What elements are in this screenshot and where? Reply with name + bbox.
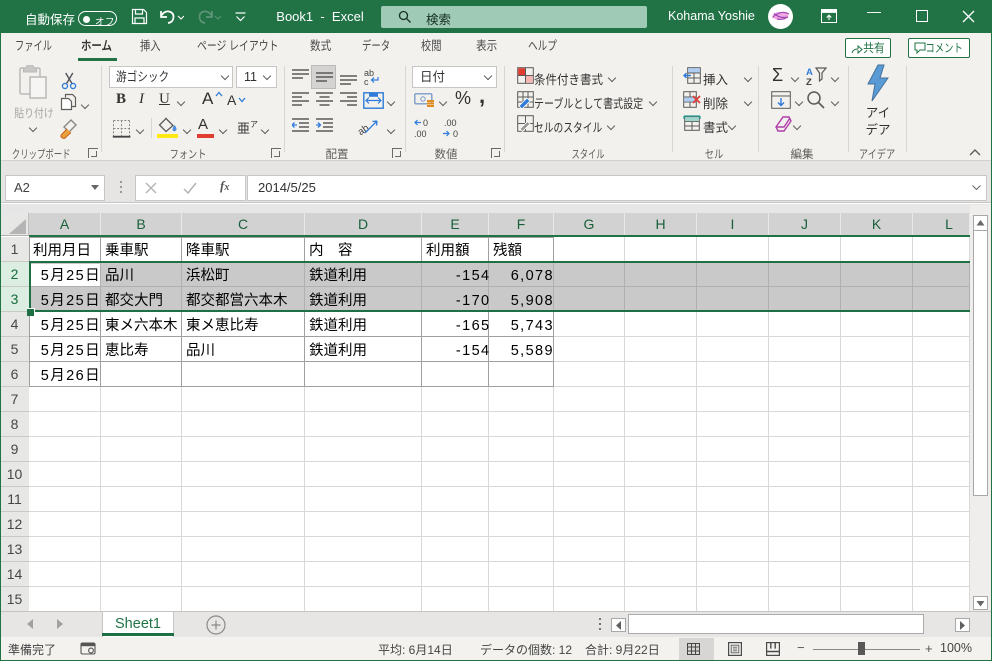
svg-text:Z: Z [806,77,812,85]
svg-text:.00: .00 [444,118,457,128]
svg-text:c: c [364,77,369,87]
svg-text:.00: .00 [414,129,427,139]
svg-text:ab: ab [358,123,372,138]
svg-text:0: 0 [423,118,428,128]
svg-text:0: 0 [453,129,458,139]
